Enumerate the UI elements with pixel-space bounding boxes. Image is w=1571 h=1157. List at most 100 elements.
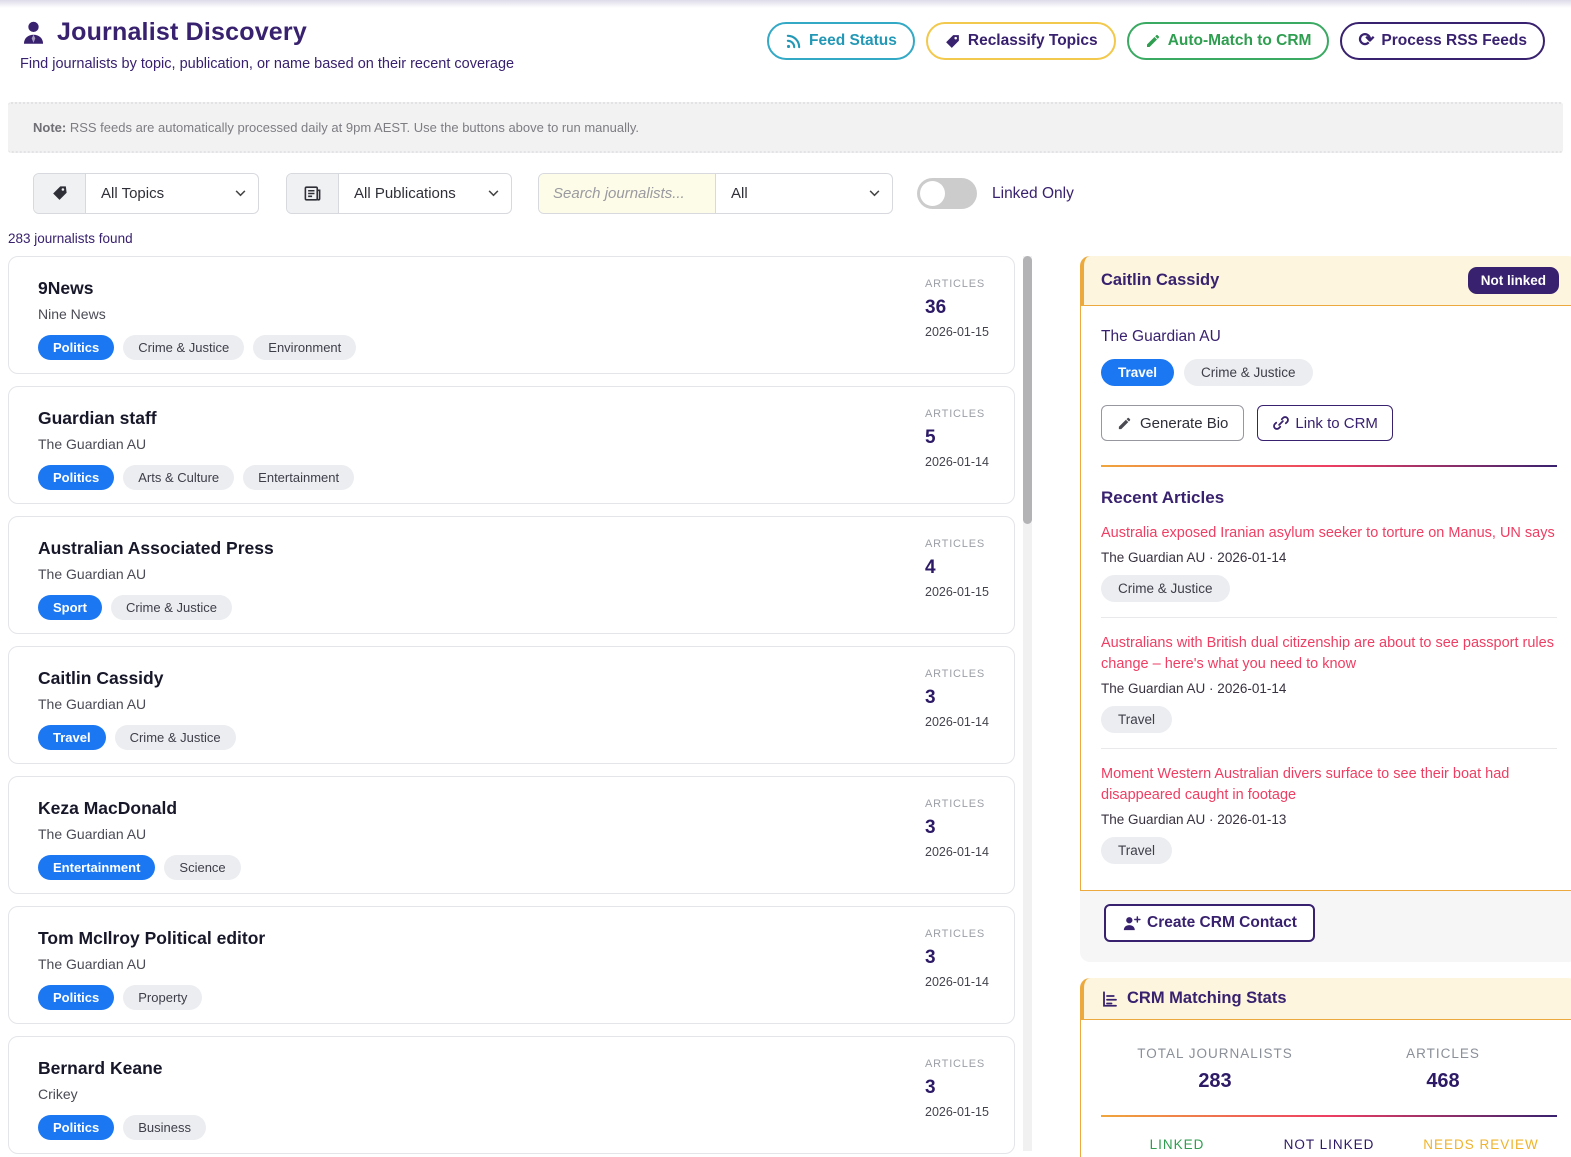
articles-label: ARTICLES: [925, 798, 985, 810]
list-scrollbar: [1023, 256, 1032, 1151]
gradient-divider: [1101, 465, 1557, 467]
journalist-name: Keza MacDonald: [38, 798, 178, 818]
tag-icon: [944, 33, 961, 50]
journalist-name: Guardian staff: [38, 408, 157, 428]
note-label: Note:: [33, 120, 67, 135]
page-subtitle: Find journalists by topic, publication, …: [20, 56, 515, 72]
articles-count: 3: [925, 947, 936, 968]
process-rss-button[interactable]: ⟳ Process RSS Feeds: [1340, 22, 1545, 60]
header-actions: Feed Status Reclassify Topics Auto-Match…: [767, 22, 1545, 60]
link-to-crm-button[interactable]: Link to CRM: [1257, 405, 1393, 441]
articles-label: ARTICLES: [925, 1058, 985, 1070]
journalist-name: Australian Associated Press: [38, 538, 274, 558]
detail-body: The Guardian AU Travel Crime & Justice G…: [1080, 305, 1571, 892]
articles-label: ARTICLES: [925, 928, 985, 940]
recent-articles-heading: Recent Articles: [1101, 488, 1225, 507]
feed-status-button[interactable]: Feed Status: [767, 22, 915, 60]
toggle-knob: [920, 181, 945, 206]
article-meta: The Guardian AU · 2026-01-13: [1101, 812, 1287, 828]
journalist-card[interactable]: Keza MacDonald The Guardian AU Entertain…: [8, 776, 1015, 894]
title-block: Journalist Discovery Find journalists by…: [20, 18, 514, 72]
journalist-card[interactable]: Australian Associated Press The Guardian…: [8, 516, 1015, 634]
journalist-card[interactable]: Bernard Keane Crikey Politics Business A…: [8, 1036, 1015, 1154]
topics-filter: All Topics: [33, 173, 259, 214]
newspaper-icon: [287, 174, 339, 213]
journalist-name: Bernard Keane: [38, 1058, 163, 1078]
gradient-divider: [1101, 1115, 1557, 1118]
topic-tag: Property: [123, 985, 203, 1010]
journalist-card[interactable]: Guardian staff The Guardian AU Politics …: [8, 386, 1015, 504]
article-topic-tag: Travel: [1101, 837, 1173, 865]
article-title-link[interactable]: Australia exposed Iranian asylum seeker …: [1101, 523, 1557, 544]
latest-date: 2026-01-15: [925, 325, 989, 339]
search-input[interactable]: [539, 174, 716, 213]
stat-linked: LINKED 0: [1101, 1137, 1253, 1157]
stat-needs-review: NEEDS REVIEW 0: [1405, 1137, 1557, 1157]
topic-tag: Crime & Justice: [123, 335, 245, 360]
journalist-card[interactable]: Caitlin Cassidy The Guardian AU Travel C…: [8, 646, 1015, 764]
journalist-publication: The Guardian AU: [38, 956, 147, 972]
journalist-publication: The Guardian AU: [38, 696, 147, 712]
bar-chart-icon: [1101, 990, 1119, 1008]
stat-articles: ARTICLES 468: [1329, 1046, 1557, 1093]
topic-tag: Business: [123, 1115, 206, 1140]
link-status-badge: Not linked: [1467, 267, 1559, 294]
topic-tag: Entertainment: [38, 855, 156, 880]
topic-tag: Sport: [38, 595, 102, 620]
stat-label: ARTICLES: [1406, 1046, 1480, 1062]
detail-journalist-name: Caitlin Cassidy: [1101, 271, 1220, 289]
search-group: All: [538, 173, 893, 214]
journalist-publication: Nine News: [38, 306, 106, 322]
note-banner: Note: RSS feeds are automatically proces…: [8, 102, 1563, 153]
scrollbar-thumb[interactable]: [1023, 256, 1032, 524]
recent-article: Moment Western Australian divers surface…: [1101, 748, 1557, 865]
generate-bio-button[interactable]: Generate Bio: [1101, 405, 1245, 441]
process-rss-label: Process RSS Feeds: [1381, 32, 1527, 49]
search-scope-select[interactable]: All: [716, 174, 892, 213]
stats-header: CRM Matching Stats: [1080, 978, 1571, 1020]
detail-publication: The Guardian AU: [1101, 328, 1221, 345]
journalist-publication: The Guardian AU: [38, 826, 147, 842]
topic-tag: Politics: [38, 335, 115, 360]
stat-total-journalists: TOTAL JOURNALISTS 283: [1101, 1046, 1329, 1093]
journalist-name: 9News: [38, 278, 94, 298]
article-title-link[interactable]: Moment Western Australian divers surface…: [1101, 764, 1557, 806]
journalist-name: Tom McIlroy Political editor: [38, 928, 266, 948]
articles-count: 4: [925, 557, 936, 578]
stats-title: CRM Matching Stats: [1127, 989, 1287, 1008]
topic-tag: Entertainment: [243, 465, 355, 490]
filter-bar: All Topics All Publications All Linked O…: [33, 173, 1571, 214]
journalist-publication: The Guardian AU: [38, 566, 147, 582]
person-plus-icon: [1122, 915, 1141, 932]
topics-select[interactable]: All Topics: [86, 174, 258, 213]
article-meta: The Guardian AU · 2026-01-14: [1101, 681, 1287, 697]
refresh-icon: ⟳: [1358, 30, 1375, 51]
topic-tag: Politics: [38, 465, 115, 490]
stat-not-linked: NOT LINKED 283: [1253, 1137, 1405, 1157]
journalist-publication: Crikey: [38, 1086, 78, 1102]
articles-label: ARTICLES: [925, 668, 985, 680]
topic-tag: Politics: [38, 1115, 115, 1140]
pencil-icon: [1145, 33, 1161, 49]
journalist-icon: [20, 19, 47, 46]
publications-select[interactable]: All Publications: [339, 174, 511, 213]
topic-tag: Crime & Justice: [1184, 359, 1313, 386]
auto-match-button[interactable]: Auto-Match to CRM: [1126, 22, 1330, 60]
note-text: RSS feeds are automatically processed da…: [66, 120, 640, 135]
reclassify-topics-button[interactable]: Reclassify Topics: [925, 22, 1116, 60]
link-to-crm-label: Link to CRM: [1295, 414, 1378, 432]
journalist-detail-panel: Caitlin Cassidy Not linked The Guardian …: [1080, 256, 1571, 963]
topic-tag: Environment: [253, 335, 357, 360]
create-crm-contact-button[interactable]: Create CRM Contact: [1104, 904, 1315, 943]
linked-only-toggle[interactable]: [917, 178, 977, 209]
latest-date: 2026-01-15: [925, 585, 989, 599]
journalist-card[interactable]: 9News Nine News Politics Crime & Justice…: [8, 256, 1015, 374]
topic-tag: Travel: [1101, 359, 1175, 386]
stats-body: TOTAL JOURNALISTS 283 ARTICLES 468 LINKE…: [1080, 1019, 1571, 1157]
journalist-card[interactable]: Tom McIlroy Political editor The Guardia…: [8, 906, 1015, 1024]
stat-label: NOT LINKED: [1283, 1137, 1375, 1153]
articles-label: ARTICLES: [925, 278, 985, 290]
topic-tag: Politics: [38, 985, 115, 1010]
topic-tag: Crime & Justice: [110, 595, 232, 620]
article-title-link[interactable]: Australians with British dual citizenshi…: [1101, 633, 1557, 675]
